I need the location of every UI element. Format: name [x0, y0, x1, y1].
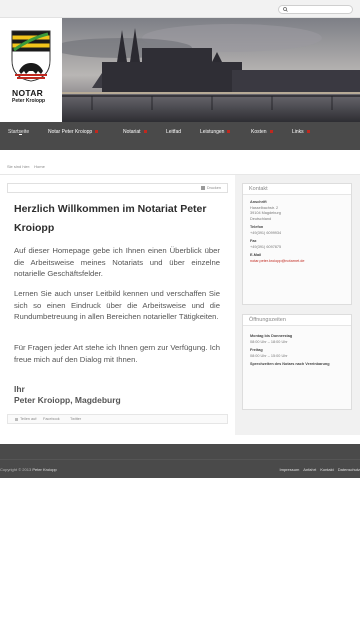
footer-link-kontakt[interactable]: Kontakt	[320, 467, 334, 472]
nav-item-leistungen[interactable]: Leistungen	[200, 129, 231, 135]
fax: +49(391) 6097875	[250, 244, 282, 249]
copyright: Copyright © 2013 Peter Kroiopp	[0, 467, 57, 472]
submenu-arrow-icon	[143, 130, 147, 134]
search-input[interactable]	[290, 6, 350, 13]
main-navigation: Startseite Notar Peter Kroiopp Notariat …	[0, 122, 360, 150]
footer-link-datenschutz[interactable]: Datenschutz	[338, 467, 360, 472]
email-link[interactable]: notar.peter.kroiopp@notarnet.de	[250, 259, 344, 265]
share-twitter-link[interactable]: Twitter	[70, 417, 81, 421]
country: Deutschland	[250, 216, 272, 221]
share-label: Teilen auf:	[15, 417, 37, 421]
submenu-arrow-icon	[269, 130, 273, 134]
spacer	[0, 435, 360, 444]
cathedral-photo	[62, 18, 360, 122]
article-paragraph: Für Fragen jeder Art stehe ich Ihnen ger…	[14, 343, 220, 364]
coat-of-arms-icon	[11, 30, 51, 82]
logo-subtitle: Peter Kroiopp	[12, 98, 46, 104]
submenu-arrow-icon	[306, 130, 310, 134]
logo-title: NOTAR	[12, 88, 44, 98]
search-icon	[283, 7, 288, 12]
time-friday: 08:00 Uhr – 15:00 Uhr	[250, 353, 288, 358]
breadcrumb-current[interactable]: Home	[34, 164, 45, 169]
phone: +49(391) 6099934	[250, 230, 282, 235]
share-facebook-link[interactable]: Facebook	[43, 417, 60, 421]
breadcrumb: Sie sind hier: Home	[7, 164, 45, 169]
time-weekdays: 08:00 Uhr – 18:00 Uhr	[250, 339, 288, 344]
footer-link-anfahrt[interactable]: Anfahrt	[303, 467, 316, 472]
breadcrumb-prefix: Sie sind hier:	[7, 164, 31, 169]
footer-divider	[0, 459, 360, 460]
kontakt-box: Kontakt Anschrift Hasselbachstr. 2 39104…	[242, 183, 352, 305]
nav-item-notariat[interactable]: Notariat	[123, 129, 147, 135]
top-bar	[0, 0, 360, 18]
nav-item-links[interactable]: Links	[292, 129, 310, 135]
nav-item-notar[interactable]: Notar Peter Kroiopp	[48, 129, 99, 135]
article-title: Herzlich Willkommen im Notariat Peter Kr…	[14, 203, 207, 234]
submenu-arrow-icon	[95, 130, 99, 134]
footer	[0, 444, 360, 478]
footer-link-impressum[interactable]: Impressum	[280, 467, 300, 472]
active-indicator	[19, 134, 22, 135]
printer-icon	[200, 185, 205, 190]
hours-note: Sprechzeiten des Notars nach Vereinbarun…	[250, 362, 330, 366]
logo[interactable]: NOTAR Peter Kroiopp	[0, 18, 62, 122]
copyright-link[interactable]: Peter Kroiopp	[32, 467, 56, 472]
header-banner: NOTAR Peter Kroiopp	[0, 18, 360, 122]
share-icon	[15, 417, 18, 421]
opening-hours-box: Öffnungszeiten Montag bis Donnerstag 08:…	[242, 314, 352, 410]
submenu-arrow-icon	[227, 130, 231, 134]
print-button[interactable]: Drucken	[200, 185, 221, 190]
share-bar: Teilen auf: Facebook Twitter	[7, 414, 228, 424]
article-paragraph: Lernen Sie auch unser Leitbild kennen un…	[14, 289, 220, 322]
nav-item-leitfad[interactable]: Leitfad	[166, 129, 181, 135]
article-paragraph: Auf dieser Homepage gebe ich Ihnen einen…	[14, 246, 220, 279]
nav-item-kosten[interactable]: Kosten	[251, 129, 273, 135]
article-toolbar: Drucken	[7, 183, 228, 193]
footer-links: Impressum Anfahrt Kontakt Datenschutz	[276, 467, 360, 472]
search-box[interactable]	[278, 5, 353, 14]
signature: Ihr Peter Kroiopp, Magdeburg	[14, 384, 121, 405]
box-title: Öffnungszeiten	[243, 315, 351, 326]
box-title: Kontakt	[243, 184, 351, 195]
